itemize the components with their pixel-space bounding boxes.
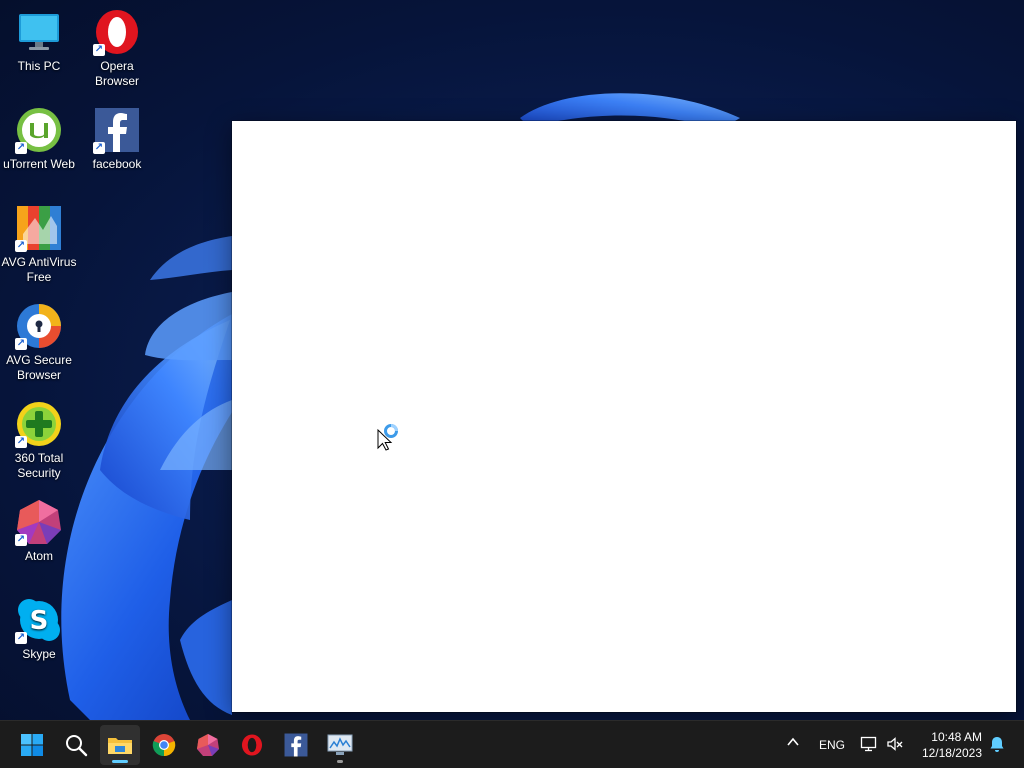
desktop-icon-360-total-security[interactable]: ↗ 360 Total Security (1, 400, 77, 481)
desktop-icon-label: AVG AntiVirus Free (1, 255, 77, 284)
shortcut-arrow-icon: ↗ (15, 142, 27, 154)
bell-icon (990, 737, 1004, 752)
taskbar-atom[interactable] (188, 725, 228, 765)
desktop-icon-label: Atom (24, 549, 53, 563)
chrome-icon (152, 734, 176, 757)
desktop-icon-skype[interactable]: S ↗ Skype (1, 596, 77, 662)
taskbar-file-explorer[interactable] (100, 725, 140, 765)
360-total-security-icon: ↗ (15, 400, 63, 448)
loading-splash-window[interactable] (232, 121, 1016, 712)
clock-time: 10:48 AM (931, 730, 982, 744)
file-explorer-icon (108, 738, 132, 754)
desktop-icon-label: AVG Secure Browser (6, 353, 72, 382)
taskbar-opera[interactable] (232, 725, 272, 765)
atom-icon (197, 734, 219, 756)
facebook-icon (284, 733, 308, 757)
search-button[interactable] (56, 725, 96, 765)
volume-muted-icon (887, 737, 903, 751)
avg-secure-browser-icon: ↗ (15, 302, 63, 350)
desktop-icon-this-pc[interactable]: This PC (1, 8, 77, 74)
desktop-icon-opera-browser[interactable]: ↗ Opera Browser (79, 8, 155, 89)
shortcut-arrow-icon: ↗ (15, 436, 27, 448)
opera-icon (241, 734, 263, 756)
network-button[interactable] (860, 735, 878, 756)
desktop-icon-label: This PC (17, 59, 61, 73)
active-window-indicator (112, 760, 128, 763)
desktop-icon-label: 360 Total Security (14, 451, 64, 480)
shortcut-arrow-icon: ↗ (15, 240, 27, 252)
clock[interactable]: 10:48 AM 12/18/2023 (922, 729, 982, 761)
taskbar-resource-monitor[interactable] (320, 725, 360, 765)
start-button[interactable] (12, 725, 52, 765)
svg-text:S: S (30, 606, 49, 636)
desktop-icon-avg-secure-browser[interactable]: ↗ AVG Secure Browser (1, 302, 77, 383)
volume-button[interactable] (886, 735, 904, 756)
desktop-icon-avg-antivirus-free[interactable]: ↗ AVG AntiVirus Free (1, 204, 77, 285)
utorrent-icon: ↗ (15, 106, 63, 154)
shortcut-arrow-icon: ↗ (93, 44, 105, 56)
desktop-icon-label: Skype (22, 647, 56, 661)
desktop-icon-label: uTorrent Web (3, 157, 75, 171)
running-app-indicator (337, 760, 343, 763)
shortcut-arrow-icon: ↗ (15, 534, 27, 546)
taskbar-chrome[interactable] (144, 725, 184, 765)
chevron-up-icon (787, 737, 799, 746)
desktop-icon-utorrent-web[interactable]: ↗ uTorrent Web (1, 106, 77, 172)
opera-icon: ↗ (93, 8, 141, 56)
facebook-icon: ↗ (93, 106, 141, 154)
notifications-button[interactable] (988, 735, 1006, 756)
avg-antivirus-icon: ↗ (15, 204, 63, 252)
desktop-icon-label: Opera Browser (94, 59, 139, 88)
shortcut-arrow-icon: ↗ (93, 142, 105, 154)
desktop-icon-atom[interactable]: ↗ Atom (1, 498, 77, 564)
network-icon (860, 736, 877, 752)
taskbar-facebook[interactable] (276, 725, 316, 765)
atom-icon: ↗ (15, 498, 63, 546)
taskbar: ENG 10:48 AM 12/18/2023 (0, 720, 1024, 768)
show-hidden-icons-button[interactable] (786, 735, 800, 752)
this-pc-icon (15, 8, 63, 56)
desktop: This PC ↗ Opera Browser ↗ uTorrent Web ↗… (0, 0, 1024, 720)
search-icon (66, 735, 88, 757)
shortcut-arrow-icon: ↗ (15, 632, 27, 644)
desktop-icon-label: facebook (92, 157, 142, 171)
windows-start-icon (21, 734, 43, 756)
skype-icon: S ↗ (15, 596, 63, 644)
desktop-icon-facebook[interactable]: ↗ facebook (79, 106, 155, 172)
busy-cursor-icon (377, 424, 398, 451)
clock-date: 12/18/2023 (921, 746, 982, 760)
input-language-indicator[interactable]: ENG (819, 738, 845, 752)
shortcut-arrow-icon: ↗ (15, 338, 27, 350)
monitor-chart-icon (327, 734, 353, 755)
